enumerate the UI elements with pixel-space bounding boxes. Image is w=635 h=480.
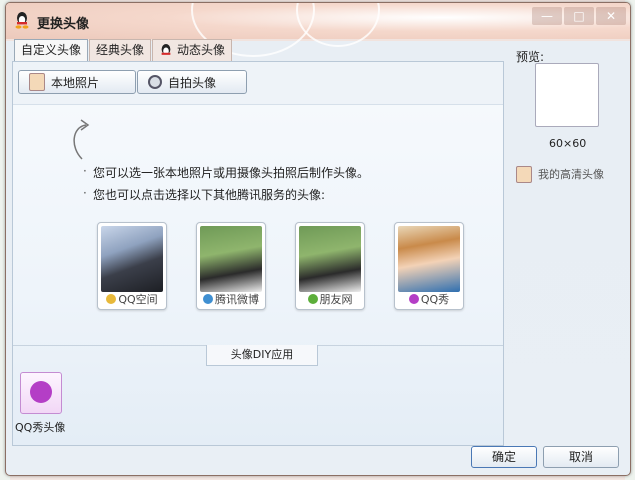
avatar-option-weibo[interactable]: 腾讯微博 xyxy=(196,222,266,310)
tab-avatar-diy[interactable]: 头像DIY应用 xyxy=(206,345,318,366)
avatar-toolbar: 本地照片 自拍头像 xyxy=(13,62,503,105)
window-title: 更换头像 xyxy=(37,17,90,32)
change-avatar-dialog: 更换头像 — □ ✕ 自定义头像 经典头像 动态头像 本地照片 自拍头像 · 您… xyxy=(5,2,631,476)
qq-penguin-icon xyxy=(161,43,171,55)
avatar-caption: 腾讯微博 xyxy=(197,293,265,307)
local-photo-label: 本地照片 xyxy=(51,75,100,90)
avatar-caption: QQ秀 xyxy=(395,293,463,307)
tip-text: 您也可以点击选择以下其他腾讯服务的头像: xyxy=(83,186,325,203)
avatar-image xyxy=(299,226,361,292)
avatar-option-pengyou[interactable]: 朋友网 xyxy=(295,222,365,310)
preview-size: 60×60 xyxy=(549,137,587,150)
avatar-option-qzone[interactable]: QQ空间 xyxy=(97,222,167,310)
tab-custom-avatar[interactable]: 自定义头像 xyxy=(14,39,89,61)
window-controls: — □ ✕ xyxy=(532,7,626,25)
tip-text: 您可以选一张本地照片或用摄像头拍照后制作头像。 xyxy=(83,164,369,181)
webcam-icon xyxy=(148,75,162,89)
avatar-caption: QQ空间 xyxy=(98,293,166,307)
title-decoration xyxy=(296,3,380,47)
avatar-label: QQ秀 xyxy=(420,293,450,306)
title-bar[interactable]: 更换头像 — □ ✕ xyxy=(6,3,630,57)
star-icon xyxy=(106,294,117,304)
cancel-button[interactable]: 取消 xyxy=(543,446,619,468)
clover-icon xyxy=(307,294,318,304)
avatar-caption: 朋友网 xyxy=(296,293,364,307)
qqshow-avatar-app[interactable] xyxy=(20,372,62,414)
tab-label: 经典头像 xyxy=(96,43,145,57)
tab-label: 自定义头像 xyxy=(21,43,82,57)
tab-animated-avatar[interactable]: 动态头像 xyxy=(152,39,233,61)
camera-button[interactable]: 自拍头像 xyxy=(137,70,247,94)
avatar-label: QQ空间 xyxy=(118,293,158,306)
custom-avatar-panel: 本地照片 自拍头像 您可以选一张本地照片或用摄像头拍照后制作头像。 您也可以点击… xyxy=(12,61,504,446)
camera-label: 自拍头像 xyxy=(168,75,217,90)
curved-arrow-icon xyxy=(73,119,90,160)
ok-button[interactable]: 确定 xyxy=(471,446,537,468)
qq-penguin-icon xyxy=(15,12,29,29)
avatar-label: 腾讯微博 xyxy=(215,293,259,306)
qqshow-icon xyxy=(408,294,419,304)
tab-bar: 自定义头像 经典头像 动态头像 xyxy=(14,39,233,61)
local-photo-button[interactable]: 本地照片 xyxy=(18,70,136,94)
hd-avatar-link[interactable]: 我的高清头像 xyxy=(538,166,604,182)
minimize-button[interactable]: — xyxy=(532,7,562,25)
tab-classic-avatar[interactable]: 经典头像 xyxy=(89,39,152,61)
qqshow-icon xyxy=(30,381,52,403)
avatar-image xyxy=(200,226,262,292)
tab-label: 动态头像 xyxy=(177,43,226,57)
avatar-preview xyxy=(535,63,599,127)
avatar-image xyxy=(101,226,163,292)
avatar-image xyxy=(398,226,460,292)
person-photo-icon xyxy=(516,166,532,183)
close-button[interactable]: ✕ xyxy=(596,7,626,25)
qqshow-avatar-label[interactable]: QQ秀头像 xyxy=(15,419,65,435)
maximize-button[interactable]: □ xyxy=(564,7,594,25)
avatar-label: 朋友网 xyxy=(319,293,353,306)
avatar-option-qqshow[interactable]: QQ秀 xyxy=(394,222,464,310)
weibo-icon xyxy=(203,294,213,304)
person-photo-icon xyxy=(29,73,45,91)
